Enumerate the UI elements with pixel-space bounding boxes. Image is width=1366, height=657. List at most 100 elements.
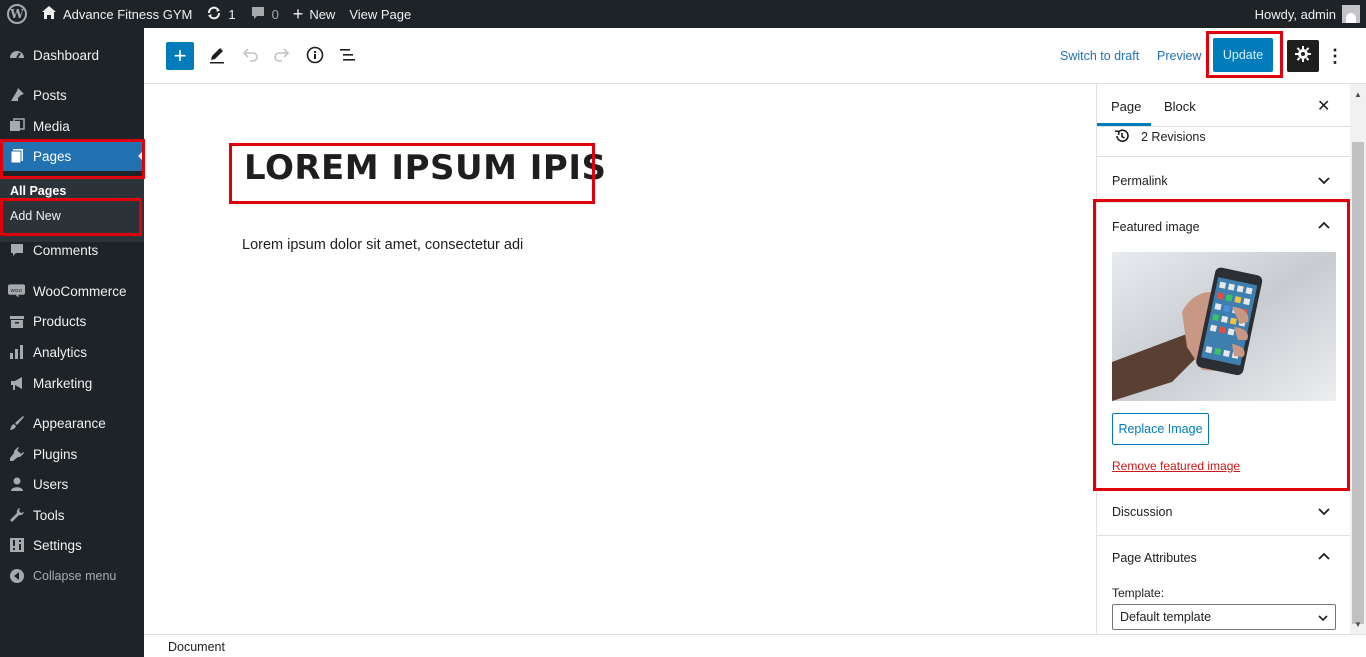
sidebar-item-marketing[interactable]: Marketing xyxy=(0,368,144,398)
panel-title-page-attributes[interactable]: Page Attributes xyxy=(1112,551,1197,565)
featured-image-preview[interactable] xyxy=(1112,252,1336,401)
block-breadcrumb-footer: Document xyxy=(144,634,1366,657)
sidebar-item-appearance[interactable]: Appearance xyxy=(0,408,144,438)
sidebar-item-label: Dashboard xyxy=(33,47,100,63)
details-button[interactable] xyxy=(301,42,329,70)
sidebar-item-analytics[interactable]: Analytics xyxy=(0,337,144,367)
scroll-down-arrow-icon[interactable]: ▼ xyxy=(1354,620,1362,629)
revisions-label: 2 Revisions xyxy=(1141,130,1206,144)
panel-title-featured-image[interactable]: Featured image xyxy=(1112,220,1200,234)
avatar xyxy=(1342,5,1360,23)
settings-tabs: Page Block ✕ xyxy=(1097,84,1350,127)
pencil-icon xyxy=(208,46,226,67)
settings-icon xyxy=(8,537,25,554)
list-view-button[interactable] xyxy=(333,42,361,70)
admin-bar: W Advance Fitness GYM 1 0 + New View Pag… xyxy=(0,0,1366,28)
sidebar-item-dashboard[interactable]: Dashboard xyxy=(0,40,144,70)
sidebar-item-tools[interactable]: Tools xyxy=(0,500,144,530)
template-select[interactable]: Default template xyxy=(1112,604,1336,630)
comments-link[interactable]: 0 xyxy=(243,0,286,28)
chevron-up-icon[interactable] xyxy=(1316,217,1332,233)
paragraph-block[interactable]: Lorem ipsum dolor sit amet, consectetur … xyxy=(242,237,523,253)
new-content-link[interactable]: + New xyxy=(286,0,343,28)
submenu-all-pages[interactable]: All Pages xyxy=(10,184,66,198)
undo-button[interactable] xyxy=(236,42,264,70)
discussion-panel[interactable]: Discussion xyxy=(1097,490,1350,536)
settings-toggle-button[interactable] xyxy=(1287,40,1319,72)
sidebar-item-users[interactable]: Users xyxy=(0,469,144,499)
wordpress-logo-button[interactable]: W xyxy=(0,0,34,28)
breadcrumb-document[interactable]: Document xyxy=(168,640,225,654)
chevron-down-icon xyxy=(1316,504,1332,520)
scroll-up-arrow-icon[interactable]: ▲ xyxy=(1354,90,1362,99)
my-account-link[interactable]: Howdy, admin xyxy=(1248,0,1366,28)
sidebar-item-comments[interactable]: Comments xyxy=(0,235,144,265)
replace-image-button[interactable]: Replace Image xyxy=(1112,413,1209,445)
template-label: Template: xyxy=(1112,586,1165,600)
redo-button[interactable] xyxy=(268,42,296,70)
sidebar-item-label: Products xyxy=(33,313,87,329)
sidebar-item-label: Media xyxy=(33,118,70,134)
panel-title-discussion: Discussion xyxy=(1112,505,1173,519)
submenu-add-new[interactable]: Add New xyxy=(10,209,61,223)
updates-link[interactable]: 1 xyxy=(199,0,242,28)
sidebar-item-label: Pages xyxy=(33,148,72,164)
updates-count: 1 xyxy=(228,6,236,22)
howdy-label: Howdy, admin xyxy=(1254,6,1336,22)
preview-button[interactable]: Preview xyxy=(1157,49,1201,63)
tab-block[interactable]: Block xyxy=(1164,99,1196,114)
switch-to-draft-button[interactable]: Switch to draft xyxy=(1060,49,1139,63)
sidebar-item-label: Settings xyxy=(33,537,82,553)
site-name-link[interactable]: Advance Fitness GYM xyxy=(34,0,199,28)
sidebar-item-settings[interactable]: Settings xyxy=(0,530,144,560)
editor-header-toolbar: + Switch to draft Preview xyxy=(144,28,1366,84)
users-icon xyxy=(8,476,25,493)
comments-icon xyxy=(8,242,25,259)
tools-icon xyxy=(8,507,25,524)
sidebar-item-label: Analytics xyxy=(33,344,88,360)
permalink-panel[interactable]: Permalink xyxy=(1097,157,1350,203)
sidebar-item-products[interactable]: Products xyxy=(0,306,144,336)
active-tab-indicator xyxy=(1097,123,1151,126)
settings-scrollbar[interactable]: ▲ ▼ xyxy=(1350,84,1366,634)
chevron-down-icon xyxy=(1318,611,1328,625)
block-inserter-button[interactable]: + xyxy=(166,42,194,70)
remove-featured-image-link[interactable]: Remove featured image xyxy=(1112,459,1240,473)
settings-sidebar: Page Block ✕ 2 Revisions Permalink Featu… xyxy=(1096,84,1350,634)
sidebar-item-posts[interactable]: Posts xyxy=(0,80,144,110)
update-button[interactable]: Update xyxy=(1213,38,1273,72)
revisions-link[interactable]: 2 Revisions xyxy=(1097,127,1350,157)
collapse-menu-button[interactable]: Collapse menu xyxy=(0,561,144,591)
new-label: New xyxy=(309,6,336,22)
woocommerce-icon: woo xyxy=(8,283,25,300)
panel-title-permalink: Permalink xyxy=(1112,174,1168,188)
sidebar-item-label: Appearance xyxy=(33,415,106,431)
sidebar-item-media[interactable]: Media xyxy=(0,111,144,141)
gear-icon xyxy=(1294,45,1312,68)
tools-edit-button[interactable] xyxy=(203,42,231,70)
view-page-link[interactable]: View Page xyxy=(342,0,418,28)
plus-icon: + xyxy=(292,4,304,24)
collapse-arrow-icon xyxy=(8,568,25,585)
chevron-up-icon[interactable] xyxy=(1316,548,1332,564)
chevron-down-icon xyxy=(1316,173,1332,189)
sidebar-item-label: Posts xyxy=(33,87,67,103)
sidebar-item-plugins[interactable]: Plugins xyxy=(0,439,144,469)
analytics-icon xyxy=(8,344,25,361)
sidebar-item-label: Plugins xyxy=(33,446,78,462)
sidebar-item-woocommerce[interactable]: woo WooCommerce xyxy=(0,276,144,306)
more-options-button[interactable]: ⋮ xyxy=(1326,42,1344,70)
pages-icon xyxy=(8,148,25,165)
site-name-label: Advance Fitness GYM xyxy=(63,6,193,22)
scrollbar-thumb[interactable] xyxy=(1352,142,1364,624)
sidebar-item-pages[interactable]: Pages xyxy=(0,141,144,171)
appearance-icon xyxy=(8,415,25,432)
phone-in-hand-image xyxy=(1112,252,1336,401)
undo-icon xyxy=(241,46,259,67)
updates-icon xyxy=(206,5,222,24)
post-title[interactable]: LOREM IPSUM IPIS xyxy=(244,148,606,188)
close-icon[interactable]: ✕ xyxy=(1317,96,1330,116)
view-page-label: View Page xyxy=(349,6,412,22)
tab-page[interactable]: Page xyxy=(1111,99,1141,114)
sidebar-item-label: Comments xyxy=(33,242,99,258)
